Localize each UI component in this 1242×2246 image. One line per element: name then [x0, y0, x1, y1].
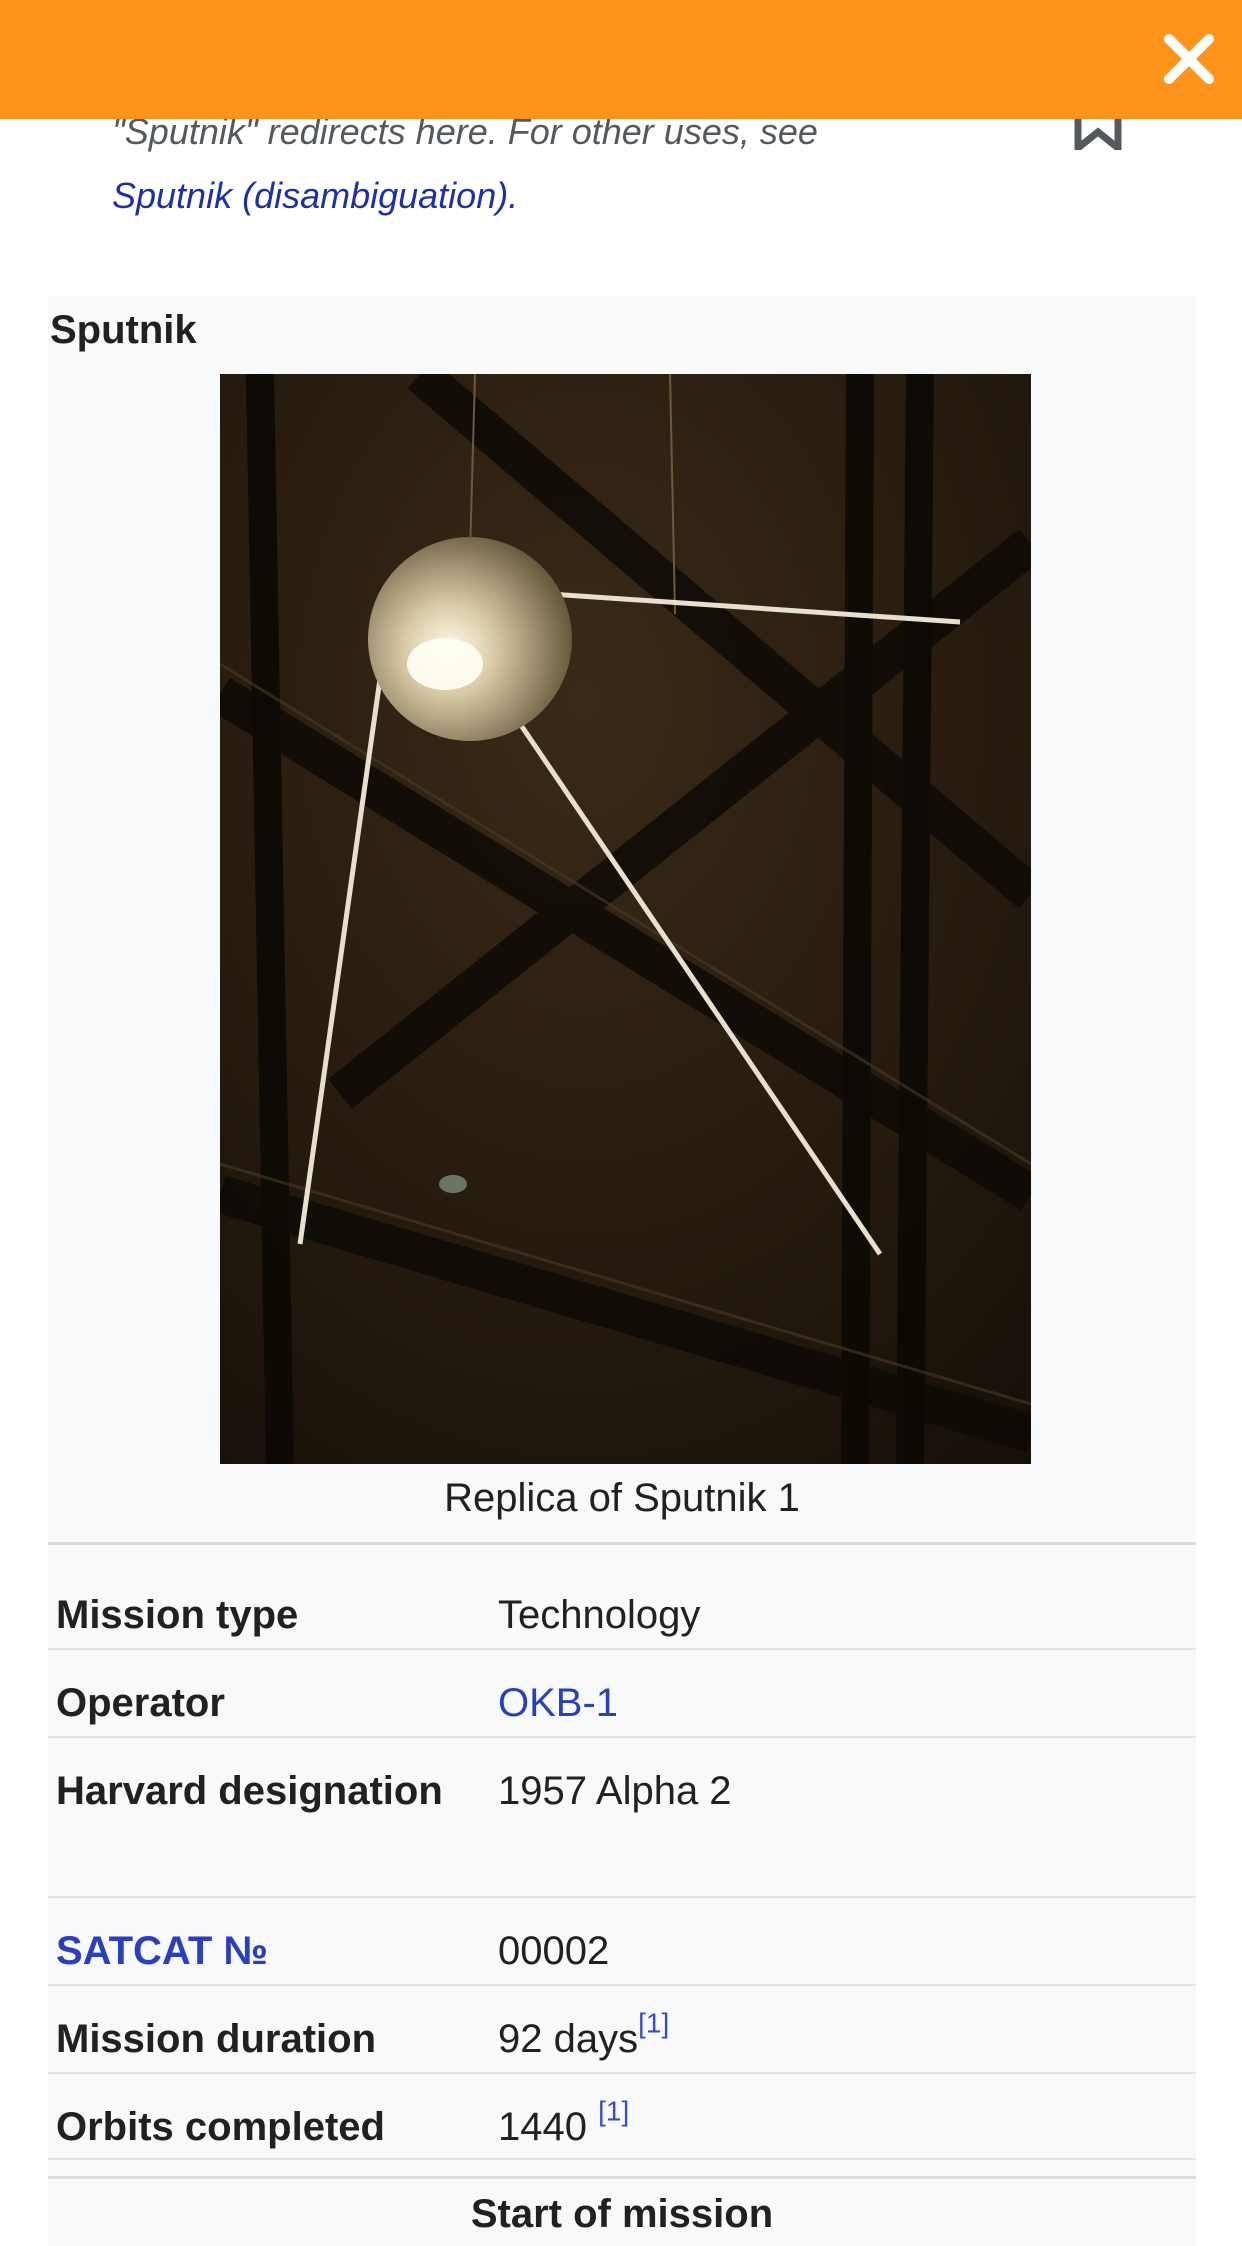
row-value: 00002	[498, 1929, 610, 1973]
citation-link[interactable]: [1]	[598, 2095, 629, 2126]
row-label: Operator	[56, 1681, 225, 1725]
row-value: 1957 Alpha 2	[498, 1769, 732, 1813]
row-value: 92 days	[498, 2017, 639, 2061]
citation-link[interactable]: [1]	[638, 2007, 669, 2038]
image-caption: Replica of Sputnik 1	[444, 1476, 800, 1520]
infobox-row-harvard-designation: Harvard designation 1957 Alpha 2	[48, 1738, 1196, 1898]
top-banner	[0, 0, 1242, 119]
close-icon[interactable]	[1161, 31, 1217, 87]
sputnik-replica-image[interactable]	[220, 374, 1031, 1464]
row-value: 1440	[498, 2105, 587, 2149]
infobox-row-orbits-completed: Orbits completed 1440 [1]	[48, 2074, 1196, 2160]
satcat-link[interactable]: SATCAT №	[56, 1916, 476, 1986]
infobox: Sputnik Replica of Sputnik 1 Mission typ…	[48, 296, 1196, 2246]
infobox-row-mission-duration: Mission duration 92 days[1]	[48, 1986, 1196, 2074]
disambiguation-link[interactable]: Sputnik (disambiguation).	[112, 175, 518, 216]
infobox-row-operator: Operator OKB-1	[48, 1650, 1196, 1738]
row-label: Mission duration	[56, 2017, 376, 2061]
section-heading: Start of mission	[470, 2192, 774, 2236]
divider	[48, 2176, 1196, 2179]
operator-link[interactable]: OKB-1	[498, 1681, 618, 1725]
divider	[48, 1542, 1196, 1545]
hatnote: "Sputnik" redirects here. For other uses…	[112, 100, 1012, 228]
infobox-title: Sputnik	[50, 308, 197, 352]
row-label: Orbits completed	[56, 2105, 385, 2149]
row-label: Harvard designation	[56, 1769, 443, 1813]
close-button[interactable]	[1158, 28, 1220, 90]
infobox-row-mission-type: Mission type Technology	[48, 1562, 1196, 1650]
row-label: Mission type	[56, 1593, 299, 1637]
infobox-row-satcat: SATCAT № 00002	[48, 1898, 1196, 1986]
row-value: Technology	[498, 1593, 701, 1637]
